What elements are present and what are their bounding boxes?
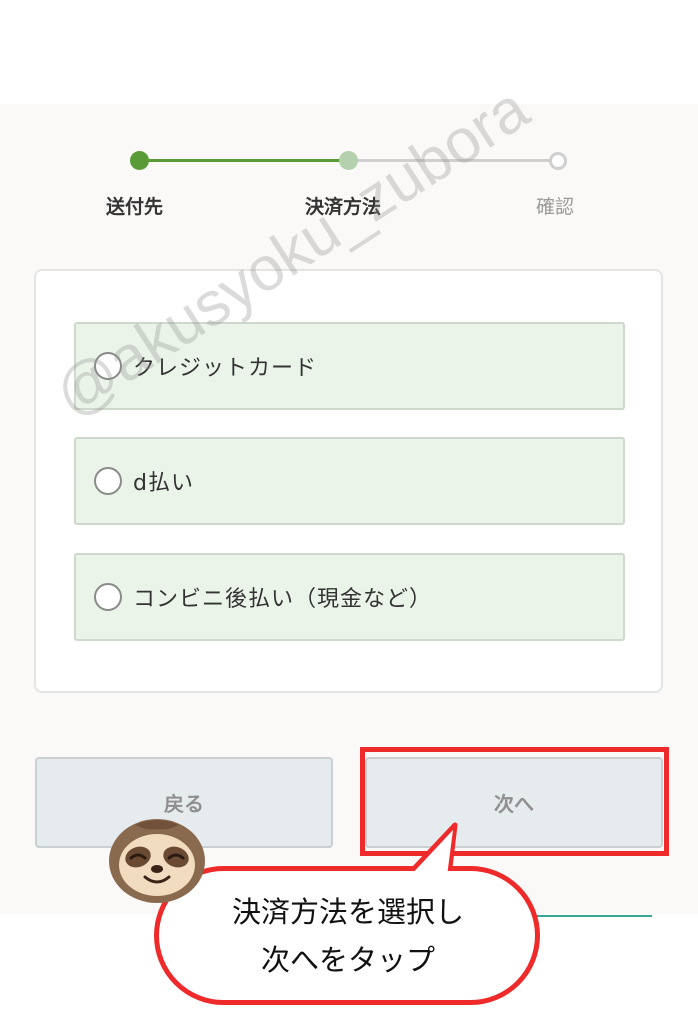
stepper-line-complete — [139, 159, 349, 162]
payment-option-label: コンビニ後払い（現金など） — [133, 587, 433, 612]
payment-option-label: d払い — [133, 471, 194, 496]
step-label-confirm: 確認 — [536, 196, 575, 218]
step-dot-confirm — [549, 152, 567, 170]
step-label-shipping: 送付先 — [106, 196, 164, 218]
payment-option-credit-card[interactable]: クレジットカード — [74, 322, 625, 410]
step-dot-shipping — [130, 151, 149, 170]
step-dot-payment — [339, 151, 358, 170]
speech-bubble-text: 決済方法を選択し 次へをタップ — [160, 888, 536, 984]
step-label-payment: 決済方法 — [305, 196, 382, 218]
radio-button[interactable] — [94, 352, 122, 380]
payment-option-label: クレジットカード — [133, 356, 318, 381]
payment-option-d-barai[interactable]: d払い — [74, 437, 625, 525]
stepper-line-pending — [349, 159, 559, 162]
bubble-line-2: 次へをタップ — [260, 943, 435, 977]
sloth-mascot-icon — [109, 819, 205, 903]
bubble-line-1: 決済方法を選択し — [231, 895, 464, 929]
radio-button[interactable] — [94, 467, 122, 495]
divider-line — [536, 915, 652, 917]
payment-option-convenience-store[interactable]: コンビニ後払い（現金など） — [74, 553, 625, 641]
speech-bubble-tail-fill — [410, 830, 453, 876]
radio-button[interactable] — [94, 583, 122, 611]
